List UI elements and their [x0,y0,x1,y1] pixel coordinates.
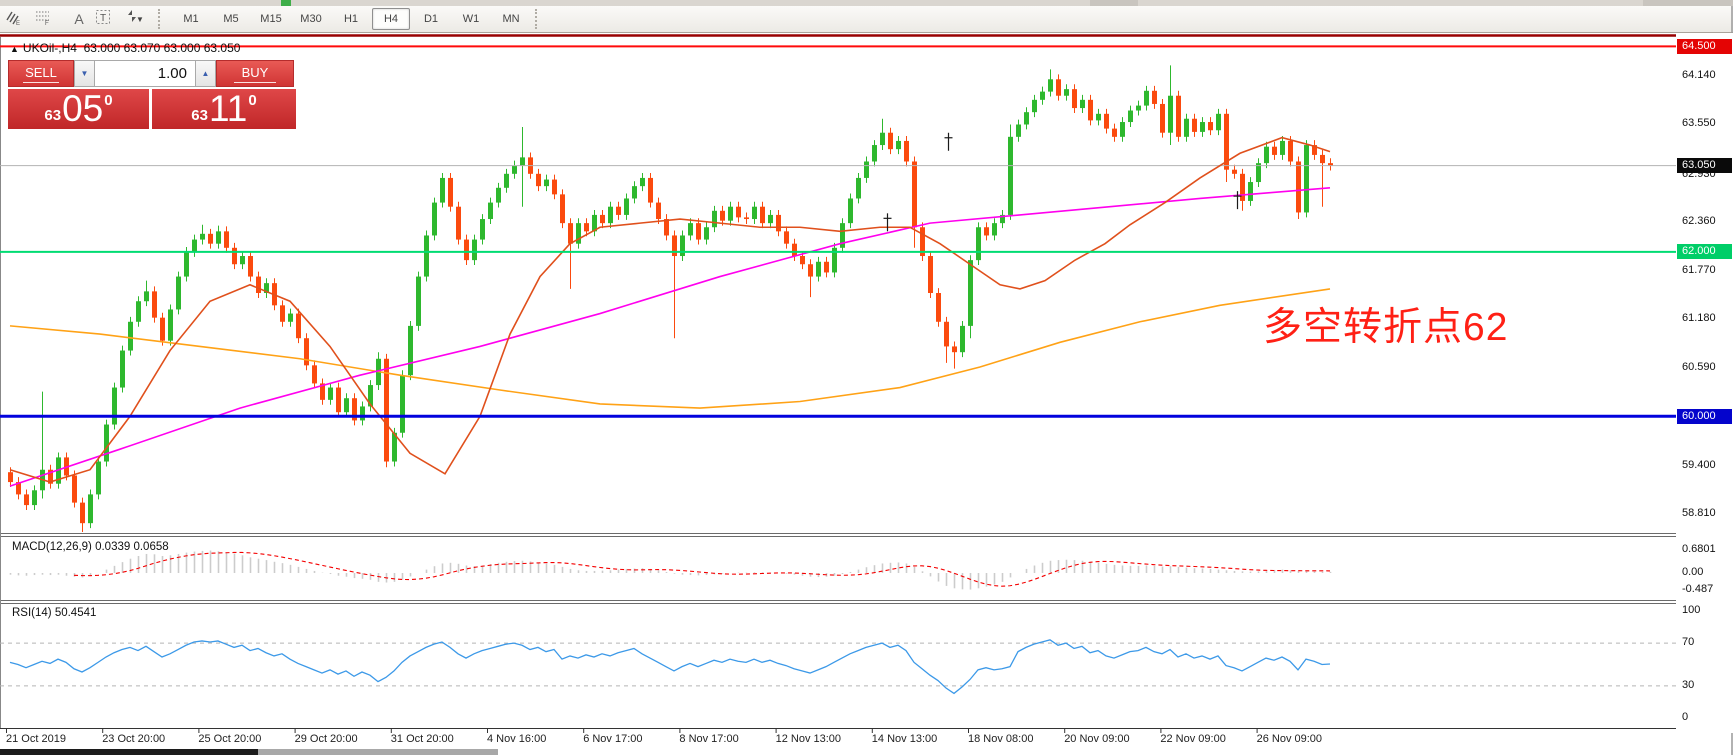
ask-pips: 11 [208,88,248,129]
rsi-label: RSI(14) 50.4541 [12,607,97,619]
price-tick: 61.770 [1682,263,1716,276]
time-tick-label: 25 Oct 20:00 [198,733,262,745]
sell-button[interactable]: SELL [8,60,74,87]
time-tick-label: 4 Nov 16:00 [487,733,547,745]
price-tick: 62.360 [1682,215,1716,228]
bid-pips: 05 [62,88,104,129]
time-tick-label: 22 Nov 09:00 [1160,733,1226,745]
price-level-badge: 60.000 [1677,408,1732,424]
time-tick-label: 14 Nov 13:00 [871,733,938,745]
buy-button[interactable]: BUY [216,60,294,87]
price-tick: 58.810 [1682,507,1716,520]
one-click-trade-panel: SELL ▼ ▲ BUY 63 05 0 63 11 0 [8,60,296,129]
collapse-arrow-icon[interactable]: ▲ [10,44,19,54]
time-tick-label: 12 Nov 13:00 [775,733,842,745]
sell-label: SELL [25,64,57,80]
price-tick: 61.180 [1682,312,1716,325]
time-tick-label: 20 Nov 09:00 [1064,733,1130,745]
bottom-strip [258,749,498,755]
bid-point: 0 [104,92,113,109]
bid-price-display[interactable]: 63 05 0 [8,89,149,129]
macd-tick: -0.487 [1682,582,1714,595]
price-level-badge: 63.050 [1677,158,1732,174]
macd-tick: 0.00 [1682,566,1704,578]
price-tick: 60.590 [1682,360,1716,373]
rsi-tick: 100 [1682,604,1701,616]
bottom-strip [0,749,258,755]
bid-whole: 63 [44,107,62,124]
rsi-tick: 0 [1682,711,1689,723]
platform-window: E F A T ▼ M1 M5 M15 M30 H1 H4 D1 W1 MN ▲ UKOil-,H… [0,0,1733,755]
ohlc-values: 63.000 63.070 63.000 63.050 [83,41,241,55]
time-tick-label: 21 Oct 2019 [6,733,66,745]
ask-point: 0 [248,92,257,109]
time-tick-label: 18 Nov 08:00 [968,733,1034,745]
time-tick-label: 29 Oct 20:00 [294,733,358,745]
price-level-badge: 64.500 [1677,38,1732,54]
volume-increase-button[interactable]: ▲ [195,60,216,87]
time-tick-label: 23 Oct 20:00 [102,733,166,745]
volume-decrease-button[interactable]: ▼ [74,60,95,87]
ask-whole: 63 [191,107,208,124]
price-level-badge: 62.000 [1677,244,1732,260]
time-tick-label: 8 Nov 17:00 [679,733,739,745]
chinese-annotation[interactable]: 多空转折点62 [1263,296,1508,352]
rsi-tick: 70 [1682,636,1695,649]
price-tick: 63.550 [1682,117,1716,130]
time-tick-label: 6 Nov 17:00 [583,733,643,745]
volume-input[interactable] [95,60,195,87]
time-tick-label: 31 Oct 20:00 [390,733,454,745]
macd-tick: 0.6801 [1682,542,1716,555]
symbol-name: UKOil-,H4 [22,41,77,55]
price-axis[interactable]: 64.140 63.550 62.930 62.360 61.770 61.180 60.5… [1676,33,1733,733]
time-tick-label: 26 Nov 09:00 [1256,733,1323,745]
price-tick: 59.400 [1682,458,1716,471]
rsi-tick: 30 [1682,678,1695,691]
chart-title: ▲ UKOil-,H4 63.000 63.070 63.000 63.050 [10,41,240,55]
macd-label: MACD(12,26,9) 0.0339 0.0658 [12,541,169,553]
ask-price-display[interactable]: 63 11 0 [152,89,296,129]
price-tick: 64.140 [1682,69,1716,81]
buy-label: BUY [241,64,269,80]
